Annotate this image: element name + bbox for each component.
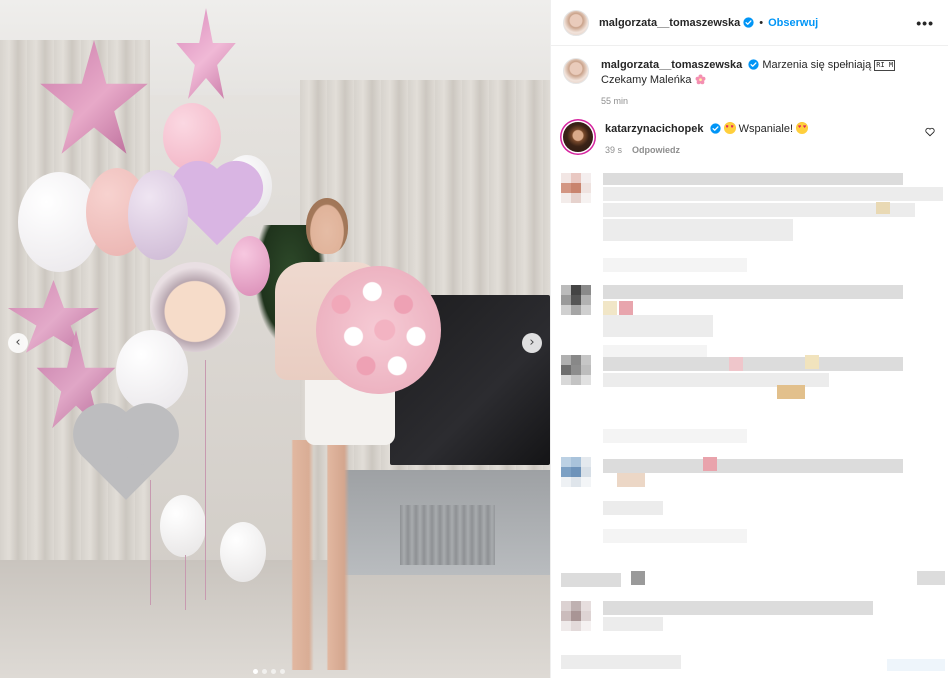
obscured-line [603, 285, 903, 299]
verified-badge-icon [743, 17, 754, 28]
comment-item: katarzynacichopek Wspaniale! 39 s Odpowi… [563, 122, 937, 158]
obscured-line [603, 203, 915, 217]
obscured-avatar [561, 285, 591, 315]
carousel-dot [280, 669, 285, 674]
balloon-string [150, 480, 151, 605]
obscured-emoji [603, 301, 617, 315]
obscured-line [561, 573, 621, 587]
like-heart-icon[interactable] [925, 127, 935, 137]
balloon-confetti-2 [116, 330, 188, 412]
caption-text: Marzenia się spełniają [762, 59, 872, 71]
obscured-line [603, 315, 713, 337]
balloon-string [205, 360, 206, 600]
comment-body: katarzynacichopek Wspaniale! 39 s Odpowi… [605, 122, 937, 158]
carousel-next-button[interactable]: › [522, 333, 542, 353]
cherry-blossom-icon [695, 74, 705, 85]
caption-body: malgorzata__tomaszewska Marzenia się spe… [601, 58, 934, 109]
photo-bouquet [316, 266, 441, 394]
obscured-line [603, 601, 873, 615]
instagram-post-window: ‹ › malgorzata__tomaszewska • Obserwuj •… [0, 0, 948, 678]
heart-eyes-emoji-icon [796, 122, 809, 134]
post-caption: malgorzata__tomaszewska Marzenia się spe… [551, 46, 948, 109]
obscured-avatar [561, 173, 591, 203]
obscured-line [917, 571, 945, 585]
obscured-line [603, 357, 903, 371]
obscured-line [603, 173, 903, 185]
photo-person-head [306, 198, 348, 254]
more-options-icon[interactable]: ••• [916, 15, 934, 31]
photo-person-legs [285, 440, 365, 670]
photo-tv-stand-slats [400, 505, 495, 565]
caption-emoji-placeholder: RI M [874, 60, 896, 71]
obscured-line [603, 501, 663, 515]
obscured-line [887, 659, 945, 671]
balloon-pink-small [230, 236, 270, 296]
caption-timestamp: 55 min [601, 96, 629, 106]
author-username[interactable]: malgorzata__tomaszewska [599, 17, 740, 29]
obscured-emoji [631, 571, 645, 585]
commenter-username[interactable]: katarzynacichopek [605, 123, 703, 135]
verified-badge-icon [748, 59, 759, 70]
comment-timestamp: 39 s [605, 145, 623, 155]
carousel-dot [271, 669, 276, 674]
obscured-line [603, 187, 943, 201]
balloon-white-low-2 [220, 522, 266, 582]
obscured-line [603, 429, 747, 443]
post-photo[interactable]: ‹ › [0, 0, 550, 678]
obscured-line [603, 529, 747, 543]
carousel-dot [253, 669, 258, 674]
obscured-avatar [561, 457, 591, 487]
commenter-avatar[interactable] [563, 122, 593, 152]
carousel-dots [253, 669, 285, 674]
comment-meta: 39 s Odpowiedz [605, 143, 937, 158]
obscured-emoji [617, 473, 645, 487]
caption-text-after: Czekamy Maleńka [601, 74, 692, 86]
obscured-emoji [876, 202, 890, 214]
obscured-line [603, 617, 663, 631]
verified-badge-icon [709, 123, 721, 134]
comments-panel: malgorzata__tomaszewska • Obserwuj ••• m… [550, 0, 948, 678]
comment-text: Wspaniale! [738, 123, 794, 135]
obscured-line [603, 219, 793, 241]
obscured-avatar [561, 355, 591, 385]
obscured-line [603, 459, 903, 473]
heart-eyes-emoji-icon [723, 122, 736, 134]
reply-button[interactable]: Odpowiedz [632, 143, 680, 158]
author-avatar[interactable] [563, 9, 589, 36]
caption-avatar[interactable] [563, 58, 589, 84]
header-separator: • [759, 16, 764, 29]
follow-button[interactable]: Obserwuj [768, 17, 818, 29]
balloon-string [185, 555, 186, 610]
obscured-line [561, 655, 681, 669]
carousel-dot [262, 669, 267, 674]
obscured-emoji [703, 457, 717, 471]
obscured-line [603, 258, 747, 272]
obscured-emoji [805, 355, 819, 369]
obscured-avatar [561, 601, 591, 631]
balloon-heart-lilac [178, 168, 256, 246]
carousel-prev-button[interactable]: ‹ [8, 333, 28, 353]
obscured-emoji [777, 385, 805, 399]
caption-username[interactable]: malgorzata__tomaszewska [601, 59, 742, 71]
post-header: malgorzata__tomaszewska • Obserwuj ••• [551, 0, 948, 46]
balloon-lilac [128, 170, 188, 260]
photo-floor [0, 560, 550, 678]
obscured-emoji [619, 301, 633, 315]
balloon-white-low [160, 495, 206, 557]
obscured-comments [551, 165, 948, 678]
obscured-emoji [729, 357, 743, 371]
